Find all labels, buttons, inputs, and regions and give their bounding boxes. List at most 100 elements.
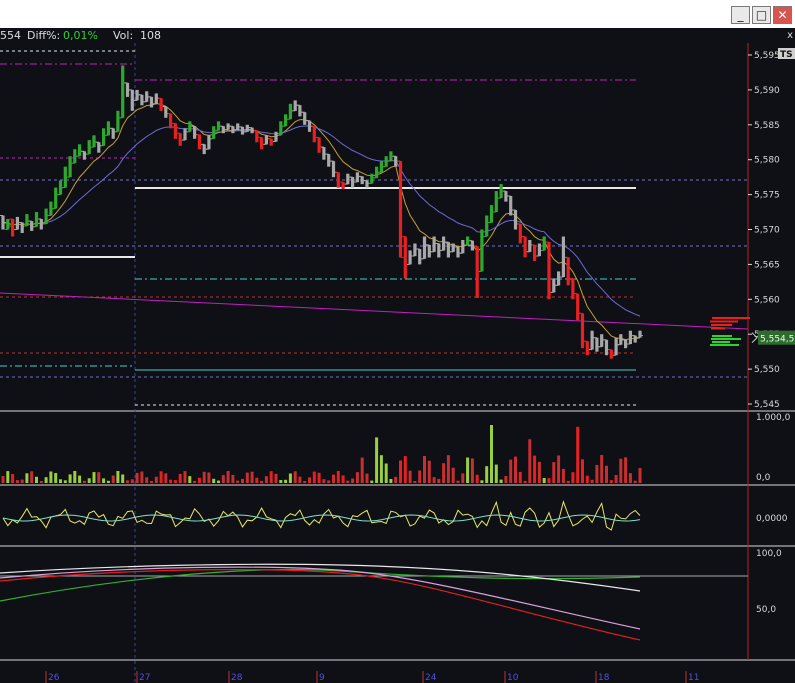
price-bar — [580, 313, 585, 349]
volume-bar — [600, 455, 604, 483]
volume-bar — [59, 479, 62, 483]
price-bar — [20, 222, 24, 233]
volume-bar — [207, 472, 211, 483]
price-bar — [121, 65, 125, 118]
date-tick-label: 26 — [48, 673, 60, 683]
volume-bar — [456, 480, 460, 483]
price-bar — [523, 236, 527, 258]
close-button[interactable]: ✕ — [773, 6, 792, 24]
volume-bar — [92, 472, 96, 483]
volume-bar — [44, 477, 48, 483]
price-bar — [403, 236, 407, 279]
volume-bar — [73, 471, 77, 483]
price-bar — [312, 126, 316, 143]
volume-bar — [523, 480, 527, 483]
price-bar — [288, 103, 292, 120]
price-bar — [197, 134, 201, 150]
grid-layer — [0, 43, 795, 683]
volume-bar — [384, 463, 388, 483]
price-bar — [590, 330, 594, 350]
volume-bar — [274, 473, 278, 483]
price-bar — [571, 278, 575, 300]
volume-bar — [581, 459, 584, 483]
price-bar — [183, 128, 187, 141]
price-bar — [255, 130, 259, 143]
volume-bar — [226, 471, 230, 483]
price-bar — [159, 98, 163, 111]
volume-bar — [470, 458, 474, 483]
price-bar — [480, 229, 484, 272]
price-bar — [341, 182, 345, 189]
price-bar — [576, 293, 580, 321]
volume-bar — [423, 456, 426, 483]
pane-close-icon[interactable]: x — [787, 28, 793, 43]
volume-bar — [154, 476, 158, 483]
volume-bar — [547, 478, 551, 483]
maximize-button[interactable]: □ — [752, 6, 771, 24]
price-bar — [528, 240, 532, 252]
volume-bar — [332, 474, 335, 483]
volume-tick-label: 0,0 — [756, 473, 771, 483]
volume-bar — [494, 464, 498, 483]
volume-bar — [475, 474, 479, 483]
orderbook-ask-bar — [710, 320, 738, 323]
price-bar — [470, 240, 474, 251]
oscillator-line — [2, 500, 641, 531]
ts-label: TS — [780, 50, 793, 60]
price-bar — [542, 236, 546, 251]
price-bars — [0, 65, 643, 359]
volume-bar — [197, 477, 201, 483]
volume-bar — [212, 478, 216, 483]
volume-bar — [561, 468, 565, 483]
stoch-tick-label: 50,0 — [756, 605, 776, 615]
price-bar — [336, 172, 340, 188]
volume-bar — [466, 457, 470, 483]
stochastic-pane: 100,0 50,0 — [0, 549, 782, 641]
price-bar — [207, 135, 211, 150]
price-bar — [442, 236, 446, 251]
price-bar — [604, 339, 609, 356]
volume-bar — [284, 479, 288, 483]
volume-bar — [619, 458, 623, 483]
volume-bar — [308, 477, 311, 483]
date-tick-label: 28 — [231, 673, 243, 683]
volume-bar — [605, 465, 608, 483]
price-bar — [322, 147, 326, 160]
volume-bar — [6, 471, 10, 483]
price-bar — [398, 161, 403, 258]
orderbook-ask-bar — [711, 324, 732, 326]
chart-area[interactable]: 1.000,00,0 0,0000 100,050,0 5,5955,5905,… — [0, 43, 795, 683]
price-bar — [600, 334, 604, 347]
orderbook-bid-bar — [711, 338, 741, 340]
volume-bar — [633, 480, 637, 483]
volume-bar — [571, 472, 575, 483]
volume-bar — [169, 479, 173, 483]
minimize-button[interactable]: _ — [731, 6, 750, 24]
volume-bar — [25, 473, 29, 483]
price-bar — [68, 156, 72, 178]
price-tick-label: 5,545 — [754, 400, 780, 410]
volume-bar — [49, 471, 53, 483]
volume-bar — [518, 471, 522, 483]
volume-bar — [351, 478, 355, 483]
volume-bar — [250, 471, 254, 483]
volume-bar — [394, 476, 398, 483]
price-bar — [638, 330, 642, 338]
volume-bar — [135, 472, 139, 483]
volume-bar — [628, 473, 632, 483]
price-bar — [413, 243, 417, 257]
volume-bar — [461, 473, 465, 483]
price-bar — [212, 126, 216, 139]
stoch-tick-label: 100,0 — [756, 549, 782, 559]
price-bar — [78, 144, 82, 157]
volume-bar — [624, 457, 628, 483]
volume-bar — [317, 472, 321, 483]
volume-bar — [193, 480, 197, 483]
price-bar — [30, 221, 34, 231]
price-bar — [6, 219, 10, 230]
price-bar — [513, 210, 518, 230]
trading-chart-window: _ □ ✕ 554 Diff%: 0,01% Vol: 108 x 1.000,… — [0, 0, 795, 683]
volume-bar — [255, 477, 259, 483]
volume-tick-label: 1.000,0 — [756, 413, 791, 423]
price-bar — [518, 223, 522, 244]
